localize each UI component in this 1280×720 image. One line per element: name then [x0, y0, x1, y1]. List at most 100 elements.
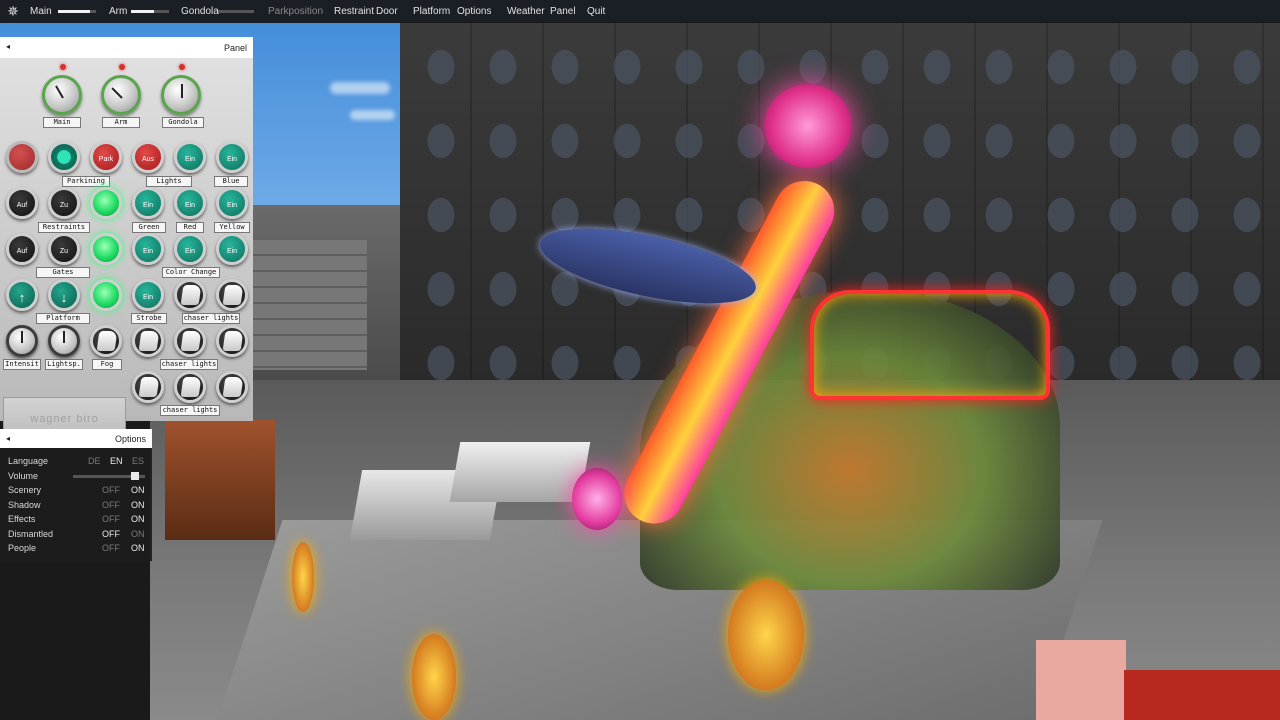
fog-switch[interactable]	[90, 325, 122, 357]
neon-sign	[810, 290, 1050, 400]
label-intensity: Intensit	[3, 359, 41, 370]
option-row-volume: Volume	[0, 469, 152, 483]
people-off-toggle[interactable]: OFF	[102, 543, 120, 553]
option-row-people: People OFF ON	[0, 541, 152, 555]
menu-quit[interactable]: Quit	[587, 6, 605, 17]
menu-platform[interactable]: Platform	[413, 6, 450, 17]
arm-speed-slider[interactable]	[131, 10, 169, 13]
knob-label-gondola: Gondola	[162, 117, 204, 128]
collapse-arrow-icon[interactable]: ◂	[6, 42, 10, 51]
label-platform: Platform	[36, 313, 90, 324]
menu-options[interactable]: Options	[457, 6, 491, 17]
arm-speed-knob[interactable]	[101, 75, 141, 115]
collapse-arrow-icon[interactable]: ◂	[6, 434, 10, 443]
chaser-lights-switch-2[interactable]	[216, 279, 248, 311]
option-label: Shadow	[8, 500, 41, 510]
chaser-lights-switch-6[interactable]	[132, 371, 164, 403]
status-led	[119, 64, 125, 70]
menu-restraint[interactable]: Restraint	[334, 6, 374, 17]
platform-indicator-light	[90, 279, 122, 311]
label-green: Green	[132, 222, 166, 233]
chaser-lights-switch-3[interactable]	[132, 325, 164, 357]
building-left-facade	[252, 240, 367, 370]
knob-label-main: Main	[43, 117, 81, 128]
gondola-speed-knob[interactable]	[161, 75, 201, 115]
main-speed-label: Main	[30, 6, 52, 17]
shadow-on-toggle[interactable]: ON	[131, 500, 145, 510]
light-speed-dial[interactable]	[48, 325, 80, 357]
lights-on-button[interactable]: Ein	[174, 141, 206, 173]
gates-close-button[interactable]: Zu	[48, 233, 80, 265]
label-parkining: Parkining	[62, 176, 110, 187]
main-speed-knob[interactable]	[42, 75, 82, 115]
app-logo-icon[interactable]: ✵	[5, 3, 21, 19]
strobe-on-button[interactable]: Ein	[132, 279, 164, 311]
language-en-toggle[interactable]: EN	[110, 456, 123, 466]
chaser-lights-switch-5[interactable]	[216, 325, 248, 357]
scenery-off-toggle[interactable]: OFF	[102, 485, 120, 495]
option-label: Scenery	[8, 485, 42, 495]
panel-header[interactable]: ◂ Panel	[0, 37, 253, 58]
parking-indicator-button[interactable]	[48, 141, 80, 173]
option-label: Language	[8, 456, 49, 466]
language-es-toggle[interactable]: ES	[132, 456, 144, 466]
control-panel-window: ◂ Panel Main Arm Gondola Park Aus Ein Ei…	[0, 37, 253, 439]
volume-slider-handle[interactable]	[130, 472, 139, 480]
status-led	[60, 64, 66, 70]
label-chaser-lights: chaser lights	[160, 405, 220, 416]
intensity-dial[interactable]	[6, 325, 38, 357]
neon-disc	[572, 468, 622, 530]
restraints-indicator-light	[90, 187, 122, 219]
lights-off-button[interactable]: Aus	[132, 141, 164, 173]
main-speed-slider[interactable]	[58, 10, 96, 13]
platform-down-button[interactable]: ↓	[48, 279, 80, 311]
people-on-toggle[interactable]: ON	[131, 543, 145, 553]
option-row-effects: Effects OFF ON	[0, 512, 152, 526]
dismantled-on-toggle[interactable]: ON	[131, 529, 145, 539]
label-chaser-lights: chaser lights	[182, 313, 240, 324]
blue-on-button[interactable]: Ein	[216, 141, 248, 173]
platform-up-button[interactable]: ↑	[6, 279, 38, 311]
color-change-on-button-1[interactable]: Ein	[132, 233, 164, 265]
color-change-on-button-2[interactable]: Ein	[174, 233, 206, 265]
yellow-on-button[interactable]: Ein	[216, 187, 248, 219]
options-header[interactable]: ◂ Options	[0, 429, 152, 448]
option-label: Volume	[8, 471, 39, 481]
gondola-speed-slider[interactable]	[218, 10, 254, 13]
emergency-stop-button[interactable]	[6, 141, 38, 173]
effects-on-toggle[interactable]: ON	[131, 514, 145, 524]
gates-open-button[interactable]: Auf	[6, 233, 38, 265]
status-led	[179, 64, 185, 70]
label-yellow: Yellow	[214, 222, 250, 233]
menu-panel[interactable]: Panel	[550, 6, 576, 17]
option-label: Dismantled	[8, 529, 54, 539]
gates-indicator-light	[90, 233, 122, 265]
shadow-off-toggle[interactable]: OFF	[102, 500, 120, 510]
scenery-on-toggle[interactable]: ON	[131, 485, 145, 495]
menu-weather[interactable]: Weather	[507, 6, 545, 17]
language-de-toggle[interactable]: DE	[88, 456, 101, 466]
kiosk	[165, 420, 275, 540]
label-restraints: Restraints	[38, 222, 90, 233]
label-strobe: Strobe	[131, 313, 167, 324]
round-sign	[292, 542, 314, 612]
restraints-close-button[interactable]: Zu	[48, 187, 80, 219]
chaser-lights-switch-1[interactable]	[174, 279, 206, 311]
option-row-dismantled: Dismantled OFF ON	[0, 527, 152, 541]
round-sign	[728, 580, 804, 690]
chaser-lights-switch-8[interactable]	[216, 371, 248, 403]
dismantled-off-toggle[interactable]: OFF	[102, 529, 120, 539]
restraints-open-button[interactable]: Auf	[6, 187, 38, 219]
label-lights: Lights	[146, 176, 192, 187]
effects-off-toggle[interactable]: OFF	[102, 514, 120, 524]
color-change-on-button-3[interactable]: Ein	[216, 233, 248, 265]
cloud	[330, 82, 390, 94]
red-on-button[interactable]: Ein	[174, 187, 206, 219]
park-button[interactable]: Park	[90, 141, 122, 173]
menu-door[interactable]: Door	[376, 6, 398, 17]
chaser-lights-switch-7[interactable]	[174, 371, 206, 403]
chaser-lights-switch-4[interactable]	[174, 325, 206, 357]
neon-disc	[764, 84, 852, 168]
green-on-button[interactable]: Ein	[132, 187, 164, 219]
menu-parkposition[interactable]: Parkposition	[268, 6, 323, 17]
